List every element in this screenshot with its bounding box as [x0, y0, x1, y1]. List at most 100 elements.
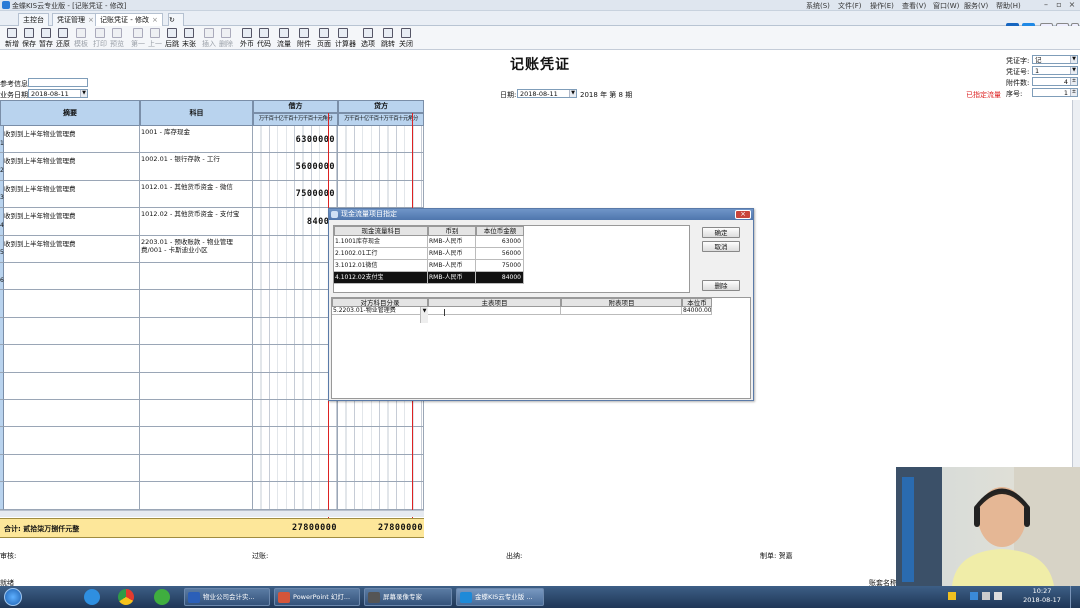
account-cell[interactable]: 1002.01 - 银行存款 - 工行 [140, 153, 253, 181]
stepper-icon[interactable]: ± [1070, 78, 1077, 85]
account-cell[interactable] [140, 482, 253, 510]
tab-close-icon[interactable]: × [88, 16, 94, 24]
browser-360-icon[interactable] [154, 589, 170, 605]
cash-flow-row[interactable]: 2.1002.01工行 RMB-人民币 56000 [334, 248, 524, 260]
account-cell[interactable] [140, 454, 253, 483]
taskbar-item-word[interactable]: 物业公司会计实... [184, 588, 270, 606]
debit-cell[interactable]: 6300000 [253, 126, 338, 154]
stepper-icon[interactable]: ± [1070, 89, 1077, 96]
account-cell[interactable]: 1012.01 - 其他货币资金 - 微信 [140, 180, 253, 209]
menu-view[interactable]: 查看(V) [902, 1, 926, 11]
chevron-down-icon[interactable]: ▼ [1070, 67, 1077, 74]
toolbar-button-new[interactable]: 新增 [4, 28, 20, 49]
summary-cell[interactable]: 收到到上半年物业管理费 [4, 208, 140, 236]
debit-cell[interactable] [253, 290, 338, 318]
menu-file[interactable]: 文件(F) [838, 1, 862, 11]
menu-system[interactable]: 系统(S) [806, 1, 830, 11]
attachments-input[interactable]: 4 ± [1032, 77, 1078, 86]
table-row[interactable] [0, 482, 424, 510]
cash-flow-row[interactable]: 1.1001库存现金 RMB-人民币 63000 [334, 236, 524, 248]
toolbar-button-template[interactable]: 模板 [73, 28, 89, 49]
account-cell[interactable]: 1012.02 - 其他货币资金 - 支付宝 [140, 208, 253, 236]
taskbar-item-screen-recorder[interactable]: 屏幕录像专家 [364, 588, 452, 606]
maximize-icon[interactable]: ▫ [1053, 0, 1065, 10]
ref-info-input[interactable] [28, 78, 88, 87]
account-cell[interactable] [140, 372, 253, 400]
ie-browser-icon[interactable] [84, 589, 100, 605]
table-row[interactable] [0, 400, 424, 428]
debit-cell[interactable] [253, 427, 338, 455]
summary-cell[interactable] [4, 454, 140, 483]
counter-entry-cell-sub[interactable] [561, 307, 682, 315]
debit-cell[interactable] [253, 317, 338, 346]
tab-voucher-management[interactable]: 凭证管理 × [52, 13, 99, 26]
account-cell[interactable] [140, 263, 253, 291]
counter-entry-cell-counter[interactable]: 5.2203.01-物业管理费 [332, 307, 428, 315]
start-button-icon[interactable] [4, 588, 22, 606]
counter-entry-cell-amount[interactable]: 84000.00 [682, 307, 712, 315]
debit-cell[interactable] [253, 263, 338, 291]
debit-cell[interactable] [253, 345, 338, 373]
toolbar-button-print[interactable]: 打印 [92, 28, 108, 49]
toolbar-button-last[interactable]: 末张 [181, 28, 197, 49]
toolbar-button-restore[interactable]: 还原 [55, 28, 71, 49]
debit-cell[interactable] [253, 482, 338, 510]
toolbar-button-attachment[interactable]: 附件 [296, 28, 312, 49]
seq-input[interactable]: 1 ± [1032, 88, 1078, 97]
taskbar-item-kis[interactable]: 金蝶KIS云专业版 ... [456, 588, 544, 606]
debit-cell[interactable] [253, 372, 338, 400]
account-cell[interactable] [140, 290, 253, 318]
cash-flow-row[interactable]: 3.1012.01微信 RMB-人民币 75000 [334, 260, 524, 272]
toolbar-button-insert[interactable]: 插入 [201, 28, 217, 49]
toolbar-button-jump[interactable]: 跳转 [380, 28, 396, 49]
delete-button[interactable]: 删除 [702, 280, 740, 291]
tray-cloud-icon[interactable] [970, 592, 978, 600]
summary-cell[interactable]: 收到到上半年物业管理费 [4, 235, 140, 263]
account-cell[interactable] [140, 317, 253, 346]
table-row[interactable] [0, 427, 424, 455]
account-cell[interactable] [140, 427, 253, 455]
dialog-close-icon[interactable]: × [735, 210, 751, 219]
tab-refresh-icon[interactable]: ↻ [168, 13, 184, 26]
table-row[interactable]: 3 收到到上半年物业管理费 1012.01 - 其他货币资金 - 微信 7500000 [0, 180, 424, 209]
summary-cell[interactable] [4, 263, 140, 291]
counter-entry-row[interactable]: 5.2203.01-物业管理费 84000.00 ▼ [332, 307, 712, 323]
toolbar-button-first[interactable]: 第一 [130, 28, 146, 49]
toolbar-button-options[interactable]: 选项 [360, 28, 376, 49]
summary-cell[interactable] [4, 427, 140, 455]
menu-operate[interactable]: 操作(E) [870, 1, 894, 11]
tab-close-icon[interactable]: × [152, 16, 158, 24]
chevron-down-icon[interactable]: ▼ [420, 307, 428, 323]
tray-volume-icon[interactable] [994, 592, 1002, 600]
summary-cell[interactable] [4, 290, 140, 318]
toolbar-button-calculator[interactable]: 计算器 [335, 28, 356, 49]
account-cell[interactable]: 1001 - 库存现金 [140, 126, 253, 154]
tray-network-icon[interactable] [982, 592, 990, 600]
minimize-icon[interactable]: – [1040, 0, 1052, 10]
debit-cell[interactable] [253, 235, 338, 263]
account-cell[interactable]: 2203.01 - 预收账款 - 物业管理费/001 - 卡斯迪业小区 [140, 235, 253, 263]
taskbar-item-powerpoint[interactable]: PowerPoint 幻灯... [274, 588, 360, 606]
summary-cell[interactable] [4, 345, 140, 373]
show-desktop-button[interactable] [1070, 586, 1080, 608]
toolbar-button-page[interactable]: 页面 [316, 28, 332, 49]
chrome-icon[interactable] [118, 589, 134, 605]
tab-console[interactable]: 主控台 [18, 13, 49, 26]
toolbar-button-prev[interactable]: 上一 [147, 28, 163, 49]
tab-voucher-edit[interactable]: 记账凭证 - 修改 × [95, 13, 163, 26]
toolbar-button-code[interactable]: 代码 [256, 28, 272, 49]
cancel-button[interactable]: 取消 [702, 241, 740, 252]
biz-date-input[interactable]: 2018-08-11 ▼ [28, 89, 88, 98]
date-input[interactable]: 2018-08-11 ▼ [517, 89, 577, 98]
counter-entry-cell-main[interactable] [428, 307, 561, 315]
summary-cell[interactable]: 收到到上半年物业管理费 [4, 126, 140, 154]
vertical-scrollbar[interactable] [1072, 100, 1080, 518]
toolbar-button-save[interactable]: 保存 [21, 28, 37, 49]
account-cell[interactable] [140, 345, 253, 373]
toolbar-button-preview[interactable]: 预览 [109, 28, 125, 49]
table-row[interactable]: 1 收到到上半年物业管理费 1001 - 库存现金 6300000 [0, 126, 424, 154]
summary-cell[interactable] [4, 372, 140, 400]
debit-cell[interactable]: 7500000 [253, 180, 338, 209]
cash-flow-row[interactable]: 4.1012.02支付宝 RMB-人民币 84000 [334, 272, 524, 284]
table-row[interactable]: 2 收到到上半年物业管理费 1002.01 - 银行存款 - 工行 5600000 [0, 153, 424, 181]
